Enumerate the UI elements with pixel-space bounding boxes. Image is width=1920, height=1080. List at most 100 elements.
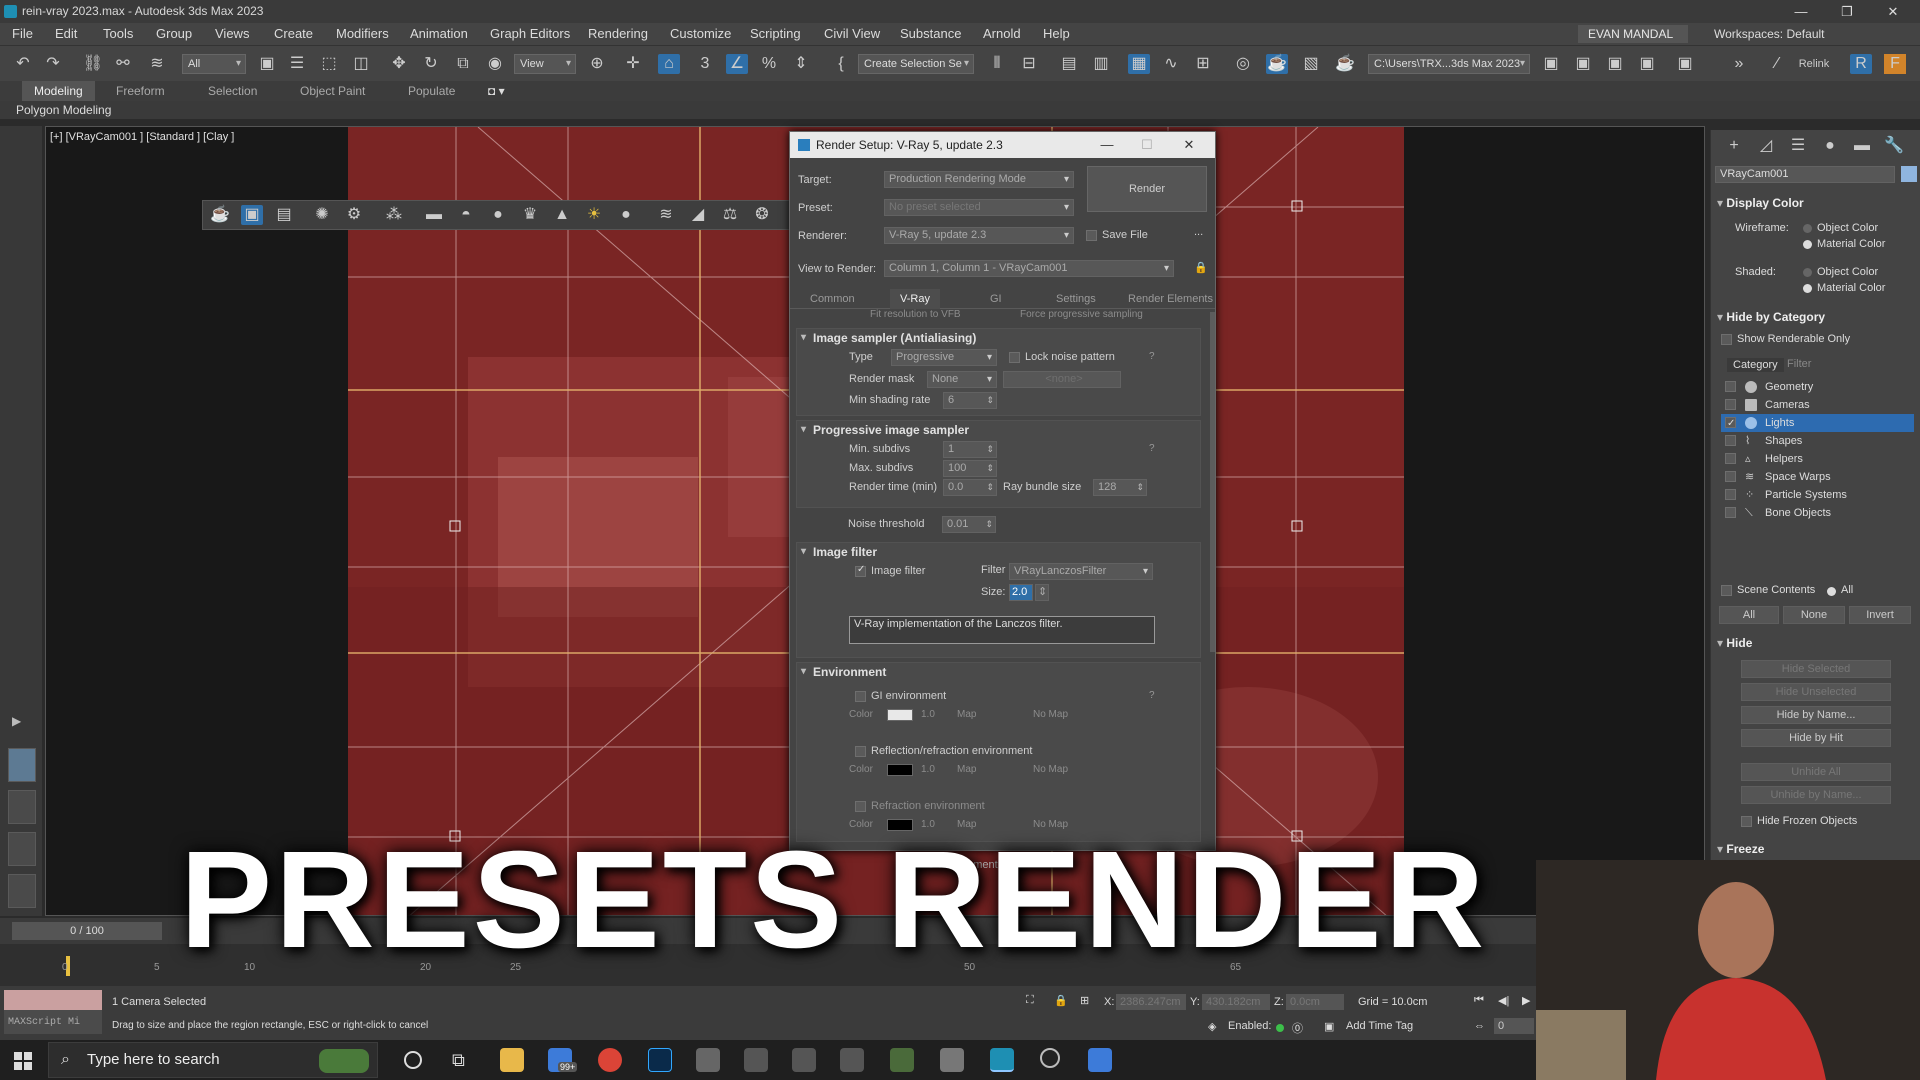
category-space-warps[interactable]: ≋ Space Warps	[1721, 468, 1914, 486]
key-mode-icon[interactable]: ⇔	[1474, 1020, 1485, 1032]
absolute-mode-icon[interactable]: ⊞	[1080, 994, 1089, 1007]
app-icon-4[interactable]	[890, 1048, 914, 1072]
category-lights[interactable]: Lights	[1721, 414, 1914, 433]
layout-slot-3[interactable]	[8, 832, 36, 866]
menu-substance[interactable]: Substance	[900, 23, 961, 45]
app-icon-5[interactable]	[940, 1048, 964, 1072]
scene-contents-checkbox[interactable]	[1721, 585, 1732, 596]
image-filter-header[interactable]: Image filter	[797, 543, 877, 561]
hide-header[interactable]: Hide	[1717, 636, 1752, 650]
save-file-browse-button[interactable]: ...	[1194, 226, 1203, 238]
ribbon-options-icon[interactable]: ◘ ▾	[488, 81, 505, 101]
app-icon-6[interactable]	[1040, 1048, 1060, 1068]
x-coordinate-field[interactable]: 2386.247cm	[1116, 994, 1186, 1010]
app-icon-7[interactable]	[1088, 1048, 1112, 1072]
save-file-checkbox[interactable]	[1086, 230, 1097, 241]
unhide-by-name-button[interactable]: Unhide by Name...	[1741, 786, 1891, 804]
reflection-no-map-button[interactable]: No Map	[1033, 764, 1068, 775]
menu-edit[interactable]: Edit	[55, 23, 77, 45]
isolate-selection-icon[interactable]: ⛶	[1026, 994, 1034, 1007]
category-geometry[interactable]: Geometry	[1721, 378, 1914, 396]
refraction-environment-checkbox[interactable]	[855, 801, 866, 812]
tab-object-paint[interactable]: Object Paint	[300, 81, 365, 101]
project-icon-3[interactable]: ▣	[1604, 54, 1626, 74]
hide-unselected-button[interactable]: Hide Unselected	[1741, 683, 1891, 701]
freeze-header[interactable]: Freeze	[1717, 842, 1764, 856]
weather-widget-icon[interactable]	[319, 1049, 369, 1073]
material-editor-icon[interactable]: ◎	[1232, 54, 1254, 74]
max-subdivs-spinner[interactable]: 100	[943, 460, 997, 477]
menu-animation[interactable]: Animation	[410, 23, 468, 45]
particle-systems-checkbox[interactable]	[1725, 489, 1736, 500]
min-subdivs-spinner[interactable]: 1	[943, 441, 997, 458]
shaded-material-color-radio[interactable]	[1803, 284, 1812, 293]
redo-icon[interactable]: ↷	[42, 54, 64, 74]
keyboard-shortcut-toggle-icon[interactable]: ⌂	[658, 54, 680, 74]
lock-view-icon[interactable]: 🔒	[1194, 261, 1208, 274]
project-icon-2[interactable]: ▣	[1572, 54, 1594, 74]
layer-explorer-icon[interactable]: ▥	[1090, 54, 1112, 74]
app-icon-2[interactable]	[792, 1048, 816, 1072]
tab-category[interactable]: Category	[1727, 358, 1784, 372]
sampler-help-icon[interactable]: ?	[1149, 351, 1155, 362]
gi-environment-checkbox[interactable]	[855, 691, 866, 702]
lights-checkbox[interactable]	[1725, 415, 1736, 433]
relink-icon[interactable]: ⁄	[1766, 54, 1788, 74]
file-explorer-icon[interactable]	[500, 1048, 524, 1072]
gi-no-map-button[interactable]: No Map	[1033, 709, 1068, 720]
align-icon[interactable]: ⊟	[1018, 54, 1040, 74]
angle-snap-icon[interactable]: ∠	[726, 54, 748, 74]
render-mask-dropdown[interactable]: None	[927, 371, 997, 388]
environment-help-icon[interactable]: ?	[1149, 690, 1155, 701]
ribbon-toggle-icon[interactable]: ▦	[1128, 54, 1150, 74]
vray-plane-light-icon[interactable]: ▬	[423, 205, 445, 225]
create-selection-set-dropdown[interactable]: Create Selection Se	[858, 54, 974, 74]
tab-render-elements[interactable]: Render Elements	[1128, 289, 1213, 309]
noise-threshold-spinner[interactable]: 0.01	[942, 516, 996, 533]
3dsmax-taskbar-icon[interactable]	[990, 1048, 1014, 1072]
render-time-spinner[interactable]: 0.0	[943, 479, 997, 496]
y-coordinate-field[interactable]: 430.182cm	[1202, 994, 1270, 1010]
view-to-render-dropdown[interactable]: Column 1, Column 1 - VRayCam001	[884, 260, 1174, 277]
reflection-color-swatch[interactable]	[887, 764, 913, 776]
layout-slot-4[interactable]	[8, 874, 36, 908]
place-icon[interactable]: ◉	[484, 54, 506, 74]
shapes-checkbox[interactable]	[1725, 435, 1736, 446]
app-icon-3[interactable]	[840, 1048, 864, 1072]
project-folder-dropdown[interactable]: C:\Users\TRX...3ds Max 2023	[1368, 54, 1530, 74]
unlink-icon[interactable]: ⚯	[112, 54, 134, 74]
menu-tools[interactable]: Tools	[103, 23, 133, 45]
gi-color-swatch[interactable]	[887, 709, 913, 721]
unhide-all-button[interactable]: Unhide All	[1741, 763, 1891, 781]
vray-interactive-icon[interactable]: ⁂	[383, 205, 405, 225]
selection-lock-icon[interactable]: 🔒	[1054, 994, 1068, 1007]
tab-common[interactable]: Common	[810, 289, 855, 309]
render-button[interactable]: Render	[1087, 166, 1207, 212]
polygon-modeling-panel[interactable]: Polygon Modeling	[0, 101, 1920, 119]
project-icon-4[interactable]: ▣	[1636, 54, 1658, 74]
z-coordinate-field[interactable]: 0.0cm	[1286, 994, 1344, 1010]
menu-rendering[interactable]: Rendering	[588, 23, 648, 45]
reference-coord-dropdown[interactable]: View	[514, 54, 576, 74]
render-production-icon[interactable]: ☕	[1334, 54, 1356, 74]
calculator-icon[interactable]	[696, 1048, 720, 1072]
filter-size-arrows-icon[interactable]: ⇕	[1035, 584, 1049, 601]
task-view-icon[interactable]: ⧉	[452, 1048, 476, 1072]
gi-multiplier[interactable]: 1.0	[921, 709, 935, 720]
hide-selected-button[interactable]: Hide Selected	[1741, 660, 1891, 678]
vray-sphere-light-icon[interactable]: ●	[487, 205, 509, 225]
vray-ambient-light-icon[interactable]: ●	[615, 205, 637, 225]
rendered-frame-window-icon[interactable]: ▧	[1300, 54, 1322, 74]
scene-explorer-icon[interactable]: ▤	[1058, 54, 1080, 74]
time-slider-thumb[interactable]: 0 / 100	[12, 922, 162, 940]
tab-freeform[interactable]: Freeform	[116, 81, 165, 101]
expand-arrow-icon[interactable]: ▶	[12, 714, 21, 728]
cortana-icon[interactable]	[404, 1051, 422, 1069]
sampler-type-dropdown[interactable]: Progressive	[891, 349, 997, 366]
helpers-checkbox[interactable]	[1725, 453, 1736, 464]
previous-frame-icon[interactable]: ◀|	[1498, 994, 1509, 1007]
rect-selection-icon[interactable]: ⬚	[318, 54, 340, 74]
go-to-start-icon[interactable]: ⏮	[1474, 994, 1484, 1007]
layout-slot-2[interactable]	[8, 790, 36, 824]
category-cameras[interactable]: Cameras	[1721, 396, 1914, 414]
